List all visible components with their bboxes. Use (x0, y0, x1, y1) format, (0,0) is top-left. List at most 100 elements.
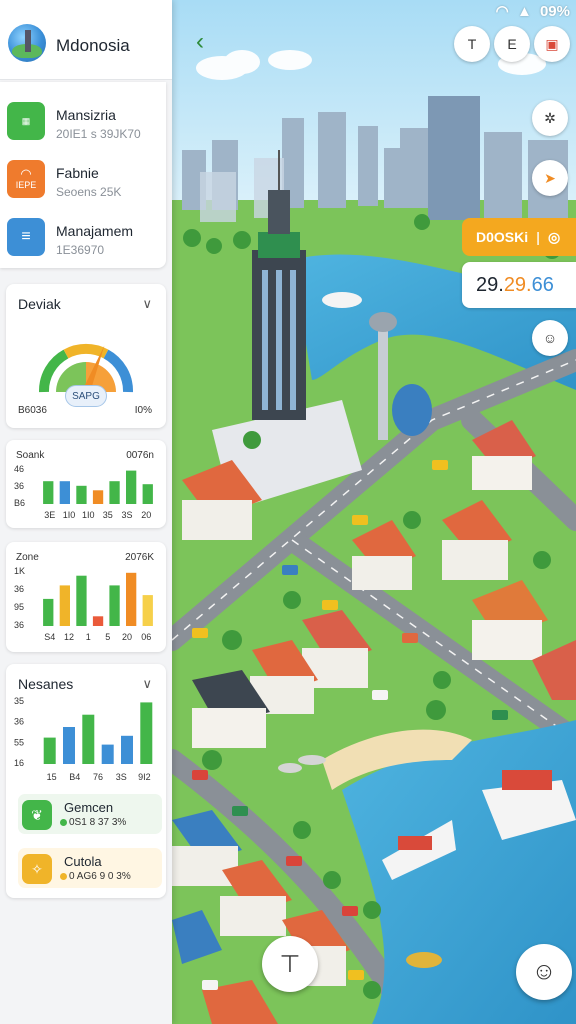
counter-display: 29. 29. 66 (462, 262, 576, 308)
battery-text: 09% (539, 3, 570, 20)
account-button[interactable]: ☺ (516, 944, 572, 1000)
y-tick-label: 36 (14, 584, 24, 594)
gear-icon: ✲ (544, 109, 556, 126)
y-tick-label: 36 (14, 717, 24, 727)
x-tick-label: 1I0 (63, 510, 76, 520)
nesanes-card[interactable]: Nesanes ∨ 35 36 55 16 15 B4 76 3S 9I2 ❦ Gemcen 0… (6, 664, 166, 898)
hammer-icon: T (467, 36, 477, 52)
chart-bar (109, 585, 120, 626)
chart-bar (101, 744, 114, 764)
task-badge: IEPE (15, 180, 37, 190)
x-tick-label: 1 (86, 632, 91, 642)
y-tick-label: 35 (14, 696, 24, 706)
chart-bar (76, 485, 87, 504)
x-tick-label: 12 (64, 632, 74, 642)
zone-card[interactable]: Zone 2076K 1K 36 95 36 S4 12 1 5 20 06 (6, 542, 166, 652)
deviak-card[interactable]: Deviak ∨ SAPG B6036 I0% (6, 284, 166, 428)
stats-button[interactable]: E (494, 26, 530, 62)
chart-bar (76, 575, 87, 626)
x-tick-label: 20 (122, 632, 132, 642)
profile-button[interactable]: ☺ (532, 320, 568, 356)
build-button[interactable]: ⊤ (262, 936, 318, 992)
chart-bar (59, 481, 70, 504)
task-name: Fabnie (56, 165, 99, 181)
card-title: Deviak (18, 296, 61, 312)
y-tick-label: 16 (14, 758, 24, 768)
x-tick-label: 06 (141, 632, 151, 642)
chart-bar (92, 490, 104, 504)
chart-bar (126, 470, 137, 504)
x-tick-label: 1I0 (82, 510, 95, 520)
y-tick-label: B6 (14, 498, 25, 508)
y-tick-label: 95 (14, 602, 24, 612)
chevron-left-icon: ‹ (196, 28, 204, 55)
y-tick-label: 36 (14, 481, 24, 491)
chart-bar (82, 714, 95, 764)
back-button[interactable]: ‹ (180, 22, 220, 62)
chart-bar (43, 481, 54, 504)
x-tick-label: 5 (105, 632, 110, 642)
tool-button[interactable]: T (454, 26, 490, 62)
nesanes-chart: 35 36 55 16 15 B4 76 3S 9I2 (14, 696, 153, 782)
soank-chart: 46 36 B6 3E 1I0 1I0 35 3S 20 (14, 464, 153, 520)
task-name: Mansizria (56, 107, 116, 123)
navigate-button[interactable]: ➤ (532, 160, 568, 196)
user-icon: ☺ (542, 330, 558, 346)
city-map-scene (172, 0, 576, 1024)
compass-icon: ➤ (544, 169, 556, 186)
resource-value: 0S1 8 37 3% (60, 817, 126, 828)
city-map[interactable] (172, 0, 576, 1024)
task-value: 1E36970 (56, 243, 105, 257)
gauge-max: I0% (134, 405, 152, 416)
y-tick-label: 1K (14, 566, 25, 576)
counter-part-2: 29. (503, 273, 532, 296)
info-icon: ◎ (548, 228, 561, 245)
x-tick-label: 3E (44, 510, 55, 520)
chart-bar (142, 484, 153, 504)
chevron-down-icon[interactable]: ∨ (142, 296, 152, 312)
app-logo (8, 24, 46, 62)
settings-button[interactable]: ✲ (532, 100, 568, 136)
inbox-button[interactable]: ▣ (534, 26, 570, 62)
gauge-label: SAPG (65, 385, 107, 407)
resource-row[interactable]: ✧ Cutola 0 AG6 9 0 3% (18, 848, 162, 888)
chart-bar (63, 727, 75, 764)
signal-icon: ▲ (516, 3, 532, 20)
divider: | (536, 229, 541, 245)
task-list: ▦ Mansizria 20IE1 s 39JK70 ◠ IEPE Fabnie… (0, 82, 166, 268)
resource-name: Cutola (64, 854, 102, 869)
leaf-icon: ❦ (22, 800, 52, 830)
chart-bar (142, 595, 153, 626)
coin-icon: ✧ (22, 854, 52, 884)
side-panel: Mdonosia ▦ Mansizria 20IE1 s 39JK70 ◠ IE… (0, 0, 172, 1024)
chart-bar (59, 585, 70, 626)
list-item[interactable]: ▦ Mansizria 20IE1 s 39JK70 (0, 90, 166, 150)
soank-card[interactable]: Soank 0076n 46 36 B6 3E 1I0 1I0 35 3S 20 (6, 440, 166, 528)
x-tick-label: 3S (121, 510, 132, 520)
x-tick-label: 15 (47, 772, 57, 782)
gauge-min: B6036 (18, 405, 47, 416)
list-item[interactable]: ◠ IEPE Fabnie Seoens 25K (0, 148, 166, 208)
resource-name: Gemcen (64, 800, 114, 815)
x-tick-label: 9I2 (138, 772, 151, 782)
y-tick-label: 36 (14, 620, 24, 630)
x-tick-label: B4 (69, 772, 80, 782)
chart-bar (109, 481, 120, 504)
chart-bar (121, 735, 133, 764)
wifi-icon: ◠ (495, 3, 509, 20)
x-tick-label: S4 (44, 632, 55, 642)
chart-bar (126, 572, 137, 626)
chart-bar (140, 702, 153, 764)
build-icon: ⊤ (279, 950, 301, 978)
event-pill[interactable]: D0OSKi | ◎ (462, 218, 576, 256)
y-tick-label: 55 (14, 737, 24, 747)
resource-row[interactable]: ❦ Gemcen 0S1 8 37 3% (18, 794, 162, 834)
list-item[interactable]: ≡ Manajamem 1E36970 (0, 206, 166, 266)
task-name: Manajamem (56, 223, 134, 239)
counter-part-1: 29. (476, 273, 504, 296)
task-value: Seoens 25K (56, 185, 122, 199)
x-tick-label: 20 (141, 510, 151, 520)
chart-bar (43, 598, 54, 626)
event-label: D0OSKi (476, 229, 529, 245)
chart-icon: E (507, 36, 517, 52)
